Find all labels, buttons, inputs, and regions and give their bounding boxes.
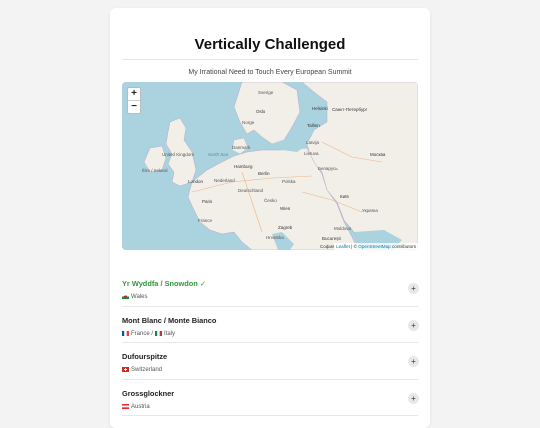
summit-name: Dufourspitze: [122, 352, 168, 361]
map-label-hamburg: Hamburg: [234, 164, 253, 169]
summit-country-label: Austria: [131, 403, 150, 410]
italy-flag-icon: [155, 330, 163, 336]
map-label-stpetersburg: Санкт-Петербург: [332, 107, 368, 112]
summit-country: Wales: [122, 294, 147, 300]
map-label-zagreb: Zagreb: [278, 225, 293, 230]
summit-item[interactable]: Dufourspitze Switzerland +: [122, 343, 419, 380]
switzerland-flag-icon: [122, 367, 129, 372]
page-title: Vertically Challenged: [194, 36, 346, 53]
attribution-contributors: contributors: [390, 244, 416, 249]
map-tiles: [122, 82, 418, 250]
summit-item[interactable]: Yr Wyddfa / Snowdon ✓ Wales +: [122, 270, 419, 307]
map-label-hrvatska: Hrvatska: [266, 235, 284, 240]
zoom-in-button[interactable]: +: [128, 88, 140, 101]
summit-name: Grossglockner: [122, 388, 175, 398]
zoom-out-button[interactable]: −: [128, 101, 140, 113]
summit-card: Vertically Challenged My Irrational Need…: [110, 8, 430, 428]
summit-list: Yr Wyddfa / Snowdon ✓ Wales + Mont Blanc…: [122, 270, 419, 416]
summit-country: Austria: [122, 403, 150, 410]
openstreetmap-link[interactable]: OpenStreetMap: [358, 244, 390, 249]
summit-country-label: France: [131, 330, 150, 337]
map-label-sofia: София: [320, 244, 335, 249]
map-label-north-sea: North Sea: [208, 152, 229, 157]
austria-flag-icon: [122, 403, 129, 409]
map-label-bucuresti: București: [322, 236, 341, 241]
map-label-london: London: [188, 179, 204, 184]
summit-name: Yr Wyddfa / Snowdon ✓: [122, 279, 207, 288]
map-label-kyiv: Київ: [340, 194, 349, 199]
map-label-berlin: Berlin: [258, 171, 270, 176]
summit-country-label: Italy: [164, 330, 176, 337]
map-label-deutschland: Deutschland: [238, 188, 264, 193]
map-label-paris: Paris: [202, 199, 213, 204]
summit-name: Mont Blanc / Monte Bianco: [122, 315, 217, 325]
map-label-cesko: Česko: [264, 198, 277, 203]
summit-country-label: Wales: [131, 294, 148, 301]
summit-item[interactable]: Mont Blanc / Monte Bianco France / Italy…: [122, 307, 419, 343]
map-label-oslo: Oslo: [256, 109, 266, 114]
europe-map[interactable]: Sverige Oslo Norge Helsinki Санкт-Петерб…: [122, 82, 418, 250]
map-label-moldova: Moldova: [334, 226, 352, 231]
summit-item[interactable]: Grossglockner Austria +: [122, 380, 419, 416]
map-label-sverige: Sverige: [258, 90, 274, 95]
map-label-danmark: Danmark: [232, 145, 251, 150]
map-label-polska: Polska: [282, 179, 296, 184]
zoom-control: + −: [127, 87, 141, 114]
map-label-wien: Wien: [280, 206, 291, 211]
summit-country: Switzerland: [122, 367, 162, 373]
map-label-moskva: Москва: [370, 152, 386, 157]
map-label-norge: Norge: [242, 120, 255, 125]
france-flag-icon: [122, 330, 129, 336]
map-label-tallinn: Tallinn: [307, 123, 320, 128]
summit-country: France / Italy: [122, 330, 176, 337]
add-summit-button[interactable]: +: [408, 356, 419, 367]
summit-country-label: Switzerland: [131, 367, 163, 374]
map-label-lietuva: Lietuva: [304, 151, 319, 156]
map-label-uk: United Kingdom: [162, 152, 195, 157]
title-divider: [122, 59, 418, 60]
map-label-ukraina: Україна: [362, 208, 378, 213]
map-label-nederland: Nederland: [214, 178, 235, 183]
map-label-france: France: [198, 218, 213, 223]
map-label-belarus: Беларусь: [318, 166, 338, 171]
map-label-latvija: Latvija: [306, 140, 320, 145]
map-label-eire: Éire / Ireland: [142, 168, 168, 173]
map-label-helsinki: Helsinki: [312, 106, 328, 111]
add-summit-button[interactable]: +: [408, 283, 419, 294]
add-summit-button[interactable]: +: [408, 392, 419, 404]
add-summit-button[interactable]: +: [408, 319, 419, 331]
wales-flag-icon: [122, 294, 129, 299]
leaflet-link[interactable]: Leaflet: [336, 244, 350, 249]
page-subtitle: My Irrational Need to Touch Every Europe…: [188, 69, 352, 76]
map-attribution: Leaflet | © OpenStreetMap contributors: [334, 243, 418, 250]
